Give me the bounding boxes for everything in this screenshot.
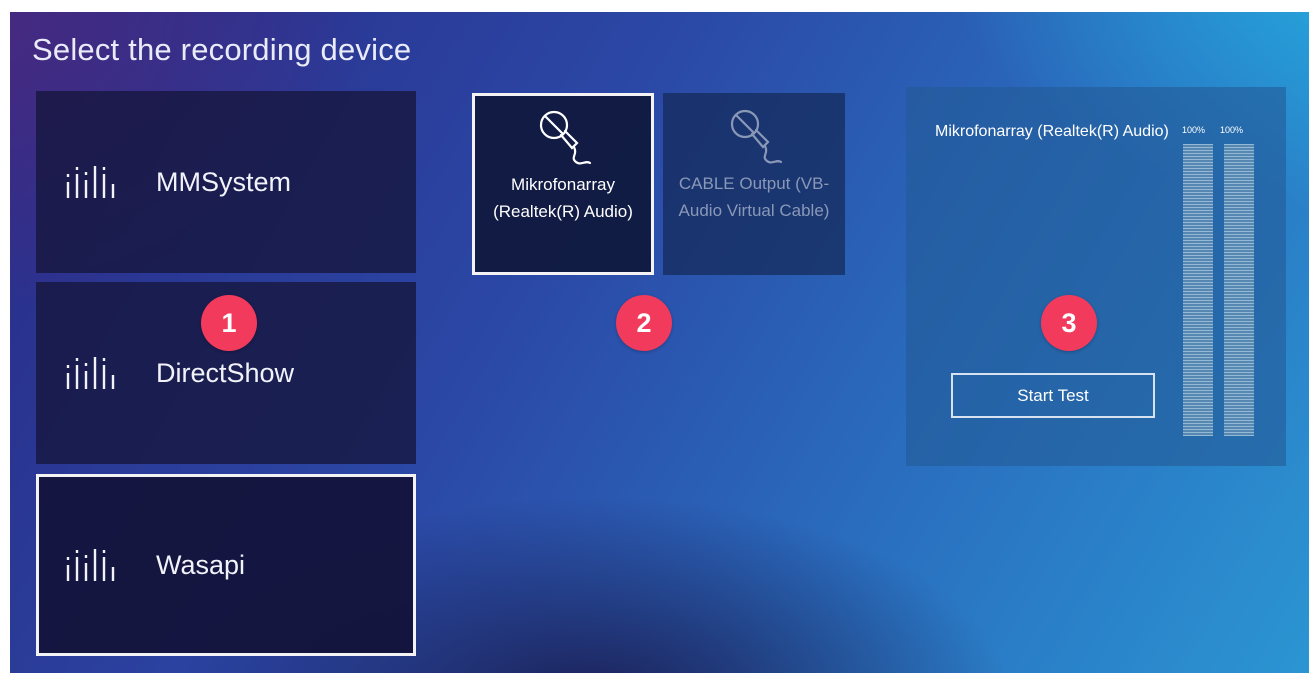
audio-levels-icon: [66, 549, 115, 581]
device-button-cable-output[interactable]: CABLE Output (VB-Audio Virtual Cable): [663, 93, 845, 275]
callout-marker-2: 2: [616, 295, 672, 351]
callout-marker-3: 3: [1041, 295, 1097, 351]
test-device-name: Mikrofonarray (Realtek(R) Audio): [935, 123, 1169, 140]
microphone-icon: [730, 109, 783, 164]
level-meter-left: [1183, 144, 1213, 436]
api-button-mmsystem[interactable]: MMSystem: [36, 91, 416, 273]
meter-label-right: 100%: [1220, 125, 1244, 135]
device-name: Mikrofonarray (Realtek(R) Audio): [493, 175, 633, 221]
api-button-label: Wasapi: [156, 549, 246, 580]
test-panel: Mikrofonarray (Realtek(R) Audio) Start T…: [906, 87, 1286, 466]
app-window: Select the recording device MMSystem Dir…: [10, 12, 1309, 673]
meter-label-left: 100%: [1182, 125, 1206, 135]
device-button-mikrofonarray[interactable]: Mikrofonarray (Realtek(R) Audio): [472, 93, 654, 275]
microphone-icon: [539, 110, 592, 165]
start-test-button[interactable]: Start Test: [951, 373, 1155, 418]
audio-levels-icon: [66, 357, 115, 389]
api-button-label: DirectShow: [156, 357, 295, 388]
level-meter-right: [1224, 144, 1254, 436]
audio-levels-icon: [66, 166, 115, 198]
page-title: Select the recording device: [32, 32, 412, 67]
callout-marker-1: 1: [201, 295, 257, 351]
api-button-label: MMSystem: [156, 166, 291, 197]
device-name: CABLE Output (VB-Audio Virtual Cable): [678, 174, 830, 220]
api-button-wasapi[interactable]: Wasapi: [36, 474, 416, 656]
